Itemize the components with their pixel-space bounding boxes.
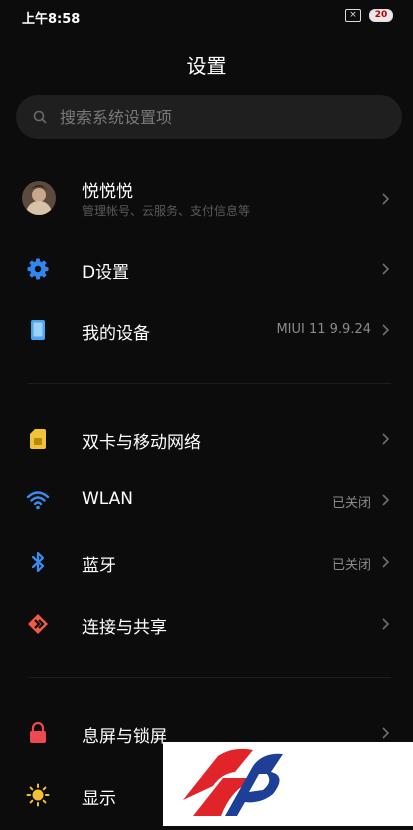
settings-item-d[interactable]: D设置 xyxy=(0,240,413,298)
account-name: 悦悦悦 xyxy=(82,182,133,202)
chevron-right-icon xyxy=(382,556,390,568)
battery-icon: 20 xyxy=(369,9,393,22)
sim-card-icon xyxy=(30,429,46,449)
divider xyxy=(28,677,391,678)
item-value: MIUI 11 9.9.24 xyxy=(276,322,371,337)
item-label: 双卡与移动网络 xyxy=(82,433,201,453)
settings-item-wlan[interactable]: WLAN 已关闭 xyxy=(0,471,413,529)
chevron-right-icon xyxy=(382,263,390,275)
gear-icon xyxy=(27,258,49,280)
chevron-right-icon xyxy=(382,727,390,739)
wifi-icon xyxy=(26,491,50,510)
watermark-logo xyxy=(163,742,413,826)
account-subtitle: 管理帐号、云服务、支付信息等 xyxy=(82,204,251,218)
divider xyxy=(28,383,391,384)
search-bar[interactable] xyxy=(16,95,402,139)
item-label: 我的设备 xyxy=(82,324,150,344)
status-time: 上午8:58 xyxy=(22,12,81,27)
avatar xyxy=(22,181,56,215)
item-value: 已关闭 xyxy=(331,496,371,511)
battery-level: 20 xyxy=(374,10,388,20)
search-icon xyxy=(33,110,47,124)
page-title: 设置 xyxy=(186,54,227,78)
item-label: 显示 xyxy=(82,789,116,809)
device-icon xyxy=(31,320,45,340)
item-label: 蓝牙 xyxy=(82,556,116,576)
status-icons: × 20 xyxy=(345,9,393,22)
search-input[interactable] xyxy=(60,95,380,139)
item-label: 连接与共享 xyxy=(82,618,167,638)
bluetooth-icon xyxy=(31,551,45,573)
settings-item-connection-share[interactable]: 连接与共享 xyxy=(0,595,413,653)
no-sim-icon: × xyxy=(345,9,361,22)
lock-icon xyxy=(30,721,46,743)
account-item[interactable]: 悦悦悦 管理帐号、云服务、支付信息等 xyxy=(0,170,413,230)
settings-item-sim-network[interactable]: 双卡与移动网络 xyxy=(0,410,413,468)
status-bar: 上午8:58 × 20 xyxy=(0,0,413,34)
item-label: D设置 xyxy=(82,263,130,283)
item-label: WLAN xyxy=(82,489,134,509)
chevron-right-icon xyxy=(382,324,390,336)
settings-item-my-device[interactable]: 我的设备 MIUI 11 9.9.24 xyxy=(0,301,413,359)
item-label: 息屏与锁屏 xyxy=(82,727,167,747)
connection-share-icon xyxy=(28,614,48,634)
chevron-right-icon xyxy=(382,618,390,630)
chevron-right-icon xyxy=(382,494,390,506)
chevron-right-icon xyxy=(382,433,390,445)
chevron-right-icon xyxy=(382,193,390,205)
brightness-icon xyxy=(26,783,50,807)
settings-item-bluetooth[interactable]: 蓝牙 已关闭 xyxy=(0,533,413,591)
item-value: 已关闭 xyxy=(331,558,371,573)
